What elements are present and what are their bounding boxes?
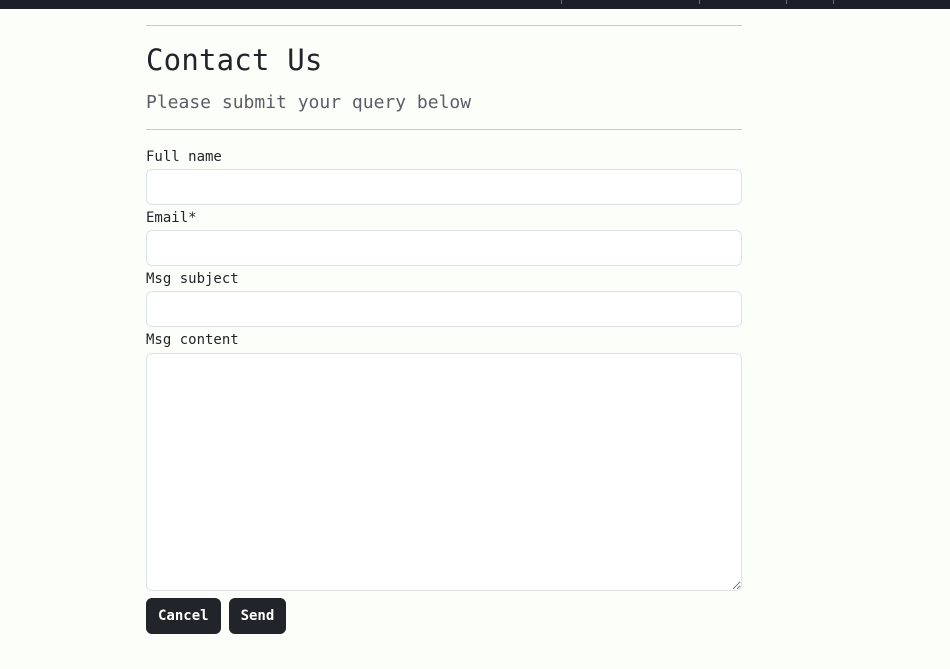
full-name-label: Full name <box>146 149 222 165</box>
header-divider <box>146 129 742 130</box>
content-textarea[interactable] <box>146 353 742 591</box>
full-name-input[interactable] <box>146 169 742 205</box>
navbar-divider <box>786 0 787 4</box>
subject-input[interactable] <box>146 291 742 327</box>
page-subtitle: Please submit your query below <box>146 92 472 113</box>
form-actions: Cancel Send <box>146 598 742 634</box>
subject-label: Msg subject <box>146 271 239 287</box>
send-button[interactable]: Send <box>228 598 287 634</box>
navbar-divider <box>833 0 834 4</box>
contact-container: Contact Us Please submit your query belo… <box>146 0 742 634</box>
contact-form: Full name Email* Msg subject Msg content… <box>146 149 742 634</box>
email-input[interactable] <box>146 230 742 266</box>
content-label: Msg content <box>146 332 239 348</box>
top-divider <box>146 25 742 26</box>
page-title: Contact Us <box>146 43 323 77</box>
email-label: Email* <box>146 210 197 226</box>
cancel-button[interactable]: Cancel <box>146 598 221 634</box>
